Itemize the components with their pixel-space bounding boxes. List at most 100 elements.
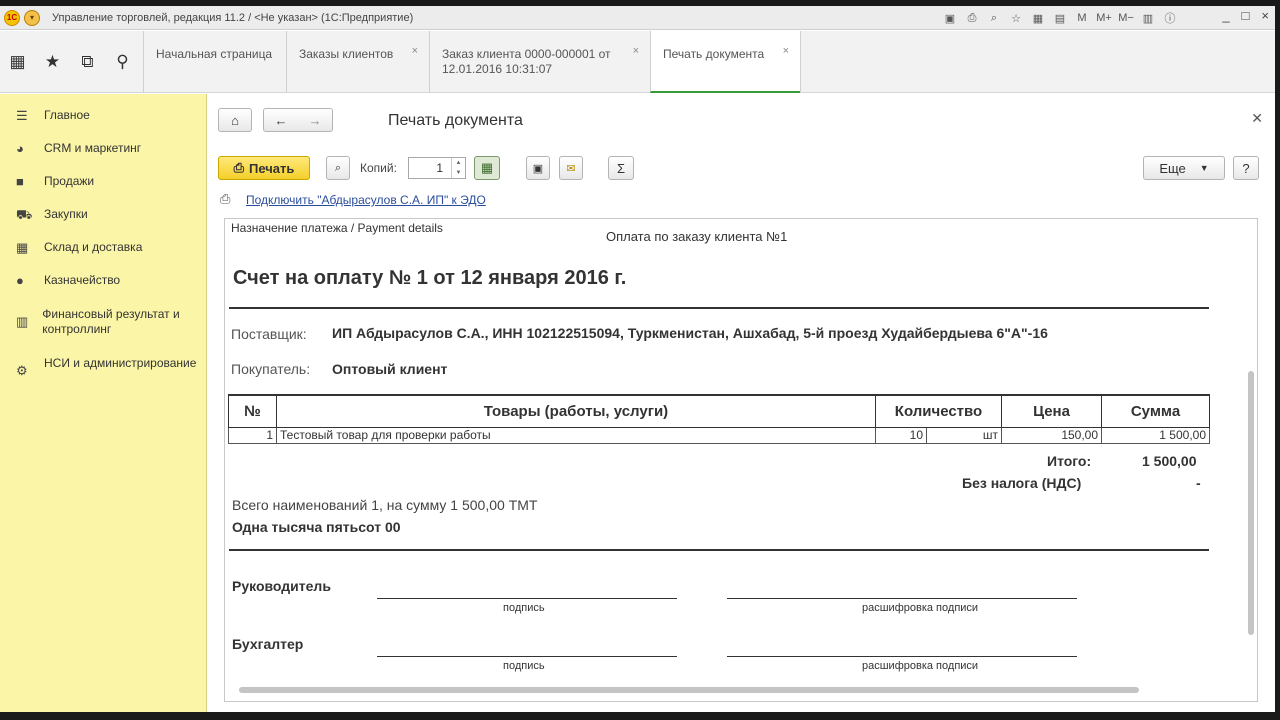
envelope-icon: ✉ (566, 162, 576, 175)
horizontal-scrollbar[interactable] (239, 687, 1139, 693)
back-arrow-icon[interactable]: ← (275, 113, 288, 128)
goods-table: № Товары (работы, услуги) Количество Цен… (228, 394, 1211, 444)
tab-label: Заказ клиента 0000-000001 от 12.01.2016 … (442, 47, 611, 76)
copies-label: Копий: (360, 161, 397, 175)
supplier-label: Поставщик: (231, 326, 307, 342)
sidebar-item-label: Закупки (44, 207, 88, 221)
warehouse-icon: ▦ (16, 240, 29, 255)
payment-purpose: Оплата по заказу клиента №1 (606, 229, 788, 244)
panel-icon[interactable]: ▥ (1139, 9, 1157, 27)
calculator-icon[interactable]: ▤ (1051, 9, 1069, 27)
save-doc-button[interactable]: ▣ (526, 156, 550, 180)
settings-button[interactable]: ▦ (474, 156, 500, 180)
maximize-icon[interactable]: □ (1242, 8, 1250, 23)
print-button[interactable]: ⎙ Печать (218, 156, 310, 180)
col-goods-header: Товары (работы, услуги) (276, 394, 876, 428)
head-decoding-caption: расшифровка подписи (862, 602, 979, 614)
print-icon[interactable]: ⎙ (963, 9, 981, 27)
row-unit: шт (925, 426, 1003, 444)
buyer-label: Покупатель: (231, 361, 311, 377)
gear-icon: ⚙ (16, 363, 28, 378)
sidebar-item-finance[interactable]: ▥ Финансовый результат и контроллинг (0, 307, 206, 337)
col-num-header: № (228, 394, 277, 428)
col-price-header: Цена (1001, 394, 1103, 428)
sidebar-item-treasury[interactable]: ● Казначейство (0, 273, 206, 288)
app-window: 1C ▾ Управление торговлей, редакция 11.2… (0, 6, 1275, 712)
memory-plus-icon[interactable]: M+ (1095, 9, 1113, 27)
email-button[interactable]: ✉ (559, 156, 583, 180)
sum-button[interactable]: Σ (608, 156, 634, 180)
tab-customer-orders[interactable]: Заказы клиентов × (286, 31, 429, 93)
tab-home[interactable]: Начальная страница (143, 31, 286, 93)
tab-close-icon[interactable]: × (633, 44, 639, 59)
page-title: Печать документа (388, 112, 523, 129)
memory-minus-icon[interactable]: M− (1117, 9, 1135, 27)
sidebar-item-main[interactable]: ☰ Главное (0, 108, 206, 123)
close-form-icon[interactable]: ✕ (1251, 110, 1263, 127)
summary-line: Всего наименований 1, на сумму 1 500,00 … (232, 497, 538, 513)
info-icon[interactable]: ⓘ (1161, 9, 1179, 27)
title-bar: 1C ▾ Управление торговлей, редакция 11.2… (0, 6, 1275, 30)
home-button[interactable]: ⌂ (218, 108, 252, 132)
accountant-decoding-caption: расшифровка подписи (862, 660, 979, 672)
help-button[interactable]: ? (1233, 156, 1259, 180)
total-value: 1 500,00 (1142, 453, 1197, 469)
minimize-icon[interactable]: _ (1222, 8, 1229, 23)
preview-icon[interactable]: ⌕ (985, 9, 1003, 27)
copies-spinner[interactable]: ▲ ▼ (451, 158, 465, 178)
vertical-scrollbar[interactable] (1248, 371, 1254, 635)
tab-bar: Начальная страница Заказы клиентов × Зак… (143, 31, 801, 93)
row-sum: 1 500,00 (1101, 426, 1211, 444)
main-menu-icon[interactable]: ▾ (24, 9, 40, 26)
chevron-down-icon: ▼ (1199, 163, 1209, 173)
tab-divider (800, 31, 801, 93)
row-qty: 10 (875, 426, 927, 444)
vat-label: Без налога (НДС) (962, 475, 1082, 491)
coin-icon: ● (16, 273, 24, 288)
help-label: ? (1242, 160, 1250, 176)
invoice-heading: Счет на оплату № 1 от 12 января 2016 г. (233, 267, 627, 289)
sidebar-item-label: Склад и доставка (44, 240, 143, 254)
close-window-icon[interactable]: × (1261, 8, 1269, 23)
apps-grid-icon[interactable]: ▦ (0, 47, 35, 77)
head-signature-line (377, 598, 677, 599)
memory-icon[interactable]: M (1073, 9, 1091, 27)
preview-button[interactable]: ⌕ (326, 156, 350, 180)
tab-close-icon[interactable]: × (783, 44, 789, 59)
row-name: Тестовый товар для проверки работы (276, 426, 876, 444)
edo-connect-link[interactable]: Подключить "Абдырасулов С.А. ИП" к ЭДО (246, 193, 486, 207)
tab-label: Начальная страница (156, 47, 273, 61)
sidebar-item-crm[interactable]: ◕ CRM и маркетинг (0, 141, 206, 156)
content-area: ⌂ ← → Печать документа ✕ ⎙ Печать ⌕ Копи… (208, 94, 1275, 712)
more-button[interactable]: Еще ▼ (1143, 156, 1225, 180)
preview-icon: ⌕ (334, 161, 342, 174)
favorites-icon[interactable]: ☆ (1007, 9, 1025, 27)
sidebar-item-label: CRM и маркетинг (44, 141, 142, 155)
favorites-star-icon[interactable]: ★ (35, 47, 70, 77)
copies-input[interactable]: 1 ▲ ▼ (408, 157, 466, 179)
save-icon[interactable]: ▣ (941, 9, 959, 27)
tab-close-icon[interactable]: × (412, 44, 418, 59)
sidebar-item-admin[interactable]: ⚙ НСИ и администрирование (0, 356, 206, 378)
more-label: Еще (1159, 160, 1186, 176)
search-icon[interactable]: ⚲ (105, 47, 140, 77)
sidebar-item-sales[interactable]: ■ Продажи (0, 174, 206, 189)
forward-arrow-icon[interactable]: → (309, 113, 322, 128)
sidebar-item-label: НСИ и администрирование (44, 356, 197, 370)
accountant-label: Бухгалтер (232, 636, 304, 652)
tab-customer-order[interactable]: Заказ клиента 0000-000001 от 12.01.2016 … (429, 31, 650, 93)
document-preview[interactable]: Назначение платежа / Payment details Опл… (224, 218, 1258, 702)
heading-rule (229, 307, 1209, 309)
calendar-icon[interactable]: ▦ (1029, 9, 1047, 27)
payment-details-label: Назначение платежа / Payment details (231, 221, 443, 235)
pie-chart-icon: ◕ (16, 141, 24, 156)
history-icon[interactable]: ⧉ (70, 47, 105, 77)
accountant-signature-caption: подпись (503, 660, 545, 672)
sidebar-item-purchases[interactable]: ⛟ Закупки (0, 207, 206, 222)
accountant-signature-line (377, 656, 677, 657)
window-title: Управление торговлей, редакция 11.2 / <Н… (52, 11, 414, 24)
tab-print-document[interactable]: Печать документа × (650, 31, 800, 93)
head-signature-caption: подпись (503, 602, 545, 614)
nav-row: ▦ ★ ⧉ ⚲ Начальная страница Заказы клиент… (0, 31, 1275, 93)
sidebar-item-warehouse[interactable]: ▦ Склад и доставка (0, 240, 206, 255)
